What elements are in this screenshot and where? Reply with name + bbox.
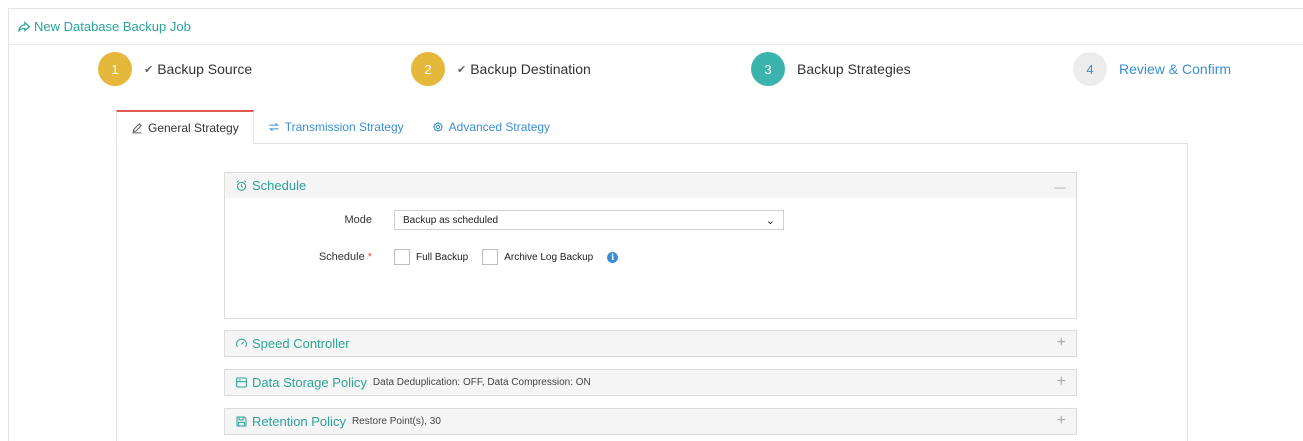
check-icon: ✔ xyxy=(144,63,154,76)
arrows-exchange-icon xyxy=(268,122,279,132)
schedule-panel: Schedule — xyxy=(224,172,1077,319)
step-number-circle: 4 xyxy=(1073,52,1107,86)
required-mark: * xyxy=(367,251,372,263)
step-label-text: Backup Strategies xyxy=(797,61,911,77)
panel-title: Speed Controller xyxy=(235,336,350,351)
archive-log-backup-label: Archive Log Backup xyxy=(504,251,594,263)
info-icon[interactable]: i xyxy=(607,251,619,263)
schedule-title: Schedule xyxy=(252,178,307,193)
tab-transmission-strategy[interactable]: Transmission Strategy xyxy=(254,110,418,144)
expand-toggle[interactable]: + xyxy=(1057,374,1066,390)
panel-title: Schedule xyxy=(235,178,306,193)
retention-policy-panel: Retention Policy Restore Point(s), 30 + xyxy=(224,408,1077,435)
speed-controller-panel: Speed Controller + xyxy=(224,330,1077,357)
gear-icon xyxy=(432,122,443,132)
expand-toggle[interactable]: + xyxy=(1057,413,1066,429)
pencil-icon xyxy=(132,122,142,133)
page-header: New Database Backup Job xyxy=(9,9,1303,45)
collapse-toggle[interactable]: — xyxy=(1054,179,1066,195)
mode-select[interactable]: Backup as scheduled ⌄ xyxy=(394,210,784,230)
step-label: Review & Confirm xyxy=(1119,61,1231,77)
step-label-text: Backup Destination xyxy=(470,61,591,77)
schedule-label-text: Schedule xyxy=(318,251,365,263)
panel-title: Retention Policy xyxy=(235,414,346,429)
data-storage-summary: Data Deduplication: OFF, Data Compressio… xyxy=(372,377,591,388)
retention-summary: Restore Point(s), 30 xyxy=(351,416,441,427)
step-backup-destination[interactable]: 2 ✔ Backup Destination xyxy=(411,52,591,86)
panel-title: Data Storage Policy xyxy=(235,375,367,390)
chevron-down-icon: ⌄ xyxy=(765,214,775,227)
tab-general-strategy[interactable]: General Strategy xyxy=(116,110,254,144)
archive-log-backup-checkbox[interactable] xyxy=(482,249,499,265)
step-label: ✔ Backup Source xyxy=(144,61,252,77)
tab-label: Transmission Strategy xyxy=(284,120,404,134)
expand-toggle[interactable]: + xyxy=(1057,335,1066,351)
tab-advanced-strategy[interactable]: Advanced Strategy xyxy=(418,110,564,144)
full-backup-checkbox[interactable] xyxy=(394,249,410,265)
data-storage-title: Data Storage Policy xyxy=(252,375,367,390)
step-label-text: Review & Confirm xyxy=(1119,61,1232,77)
data-storage-policy-panel: Data Storage Policy Data Deduplication: … xyxy=(224,369,1077,396)
retention-policy-header[interactable]: Retention Policy Restore Point(s), 30 + xyxy=(225,409,1076,434)
alarm-clock-icon xyxy=(236,180,247,191)
retention-title: Retention Policy xyxy=(252,414,346,429)
speed-controller-header[interactable]: Speed Controller + xyxy=(225,331,1076,356)
step-backup-source[interactable]: 1 ✔ Backup Source xyxy=(98,52,252,86)
step-number-circle: 1 xyxy=(98,52,132,86)
schedule-row: Schedule * Full Backup Archive Log Backup… xyxy=(232,249,619,265)
mode-row: Mode Backup as scheduled ⌄ xyxy=(232,210,784,230)
speed-controller-title: Speed Controller xyxy=(252,336,350,351)
storage-box-icon xyxy=(236,377,247,388)
data-storage-policy-header[interactable]: Data Storage Policy Data Deduplication: … xyxy=(225,370,1076,395)
floppy-disk-icon xyxy=(236,416,247,427)
check-icon: ✔ xyxy=(457,63,467,76)
share-arrow-icon xyxy=(18,20,31,32)
step-number-circle: 3 xyxy=(751,52,785,86)
step-label-text: Backup Source xyxy=(157,61,253,77)
schedule-label: Schedule * xyxy=(232,251,372,263)
schedule-panel-header[interactable]: Schedule — xyxy=(225,173,1076,198)
speedometer-icon xyxy=(236,338,247,348)
step-number-circle: 2 xyxy=(411,52,445,86)
step-label: Backup Strategies xyxy=(797,61,911,77)
full-backup-label: Full Backup xyxy=(416,251,469,263)
step-label: ✔ Backup Destination xyxy=(457,61,591,77)
step-backup-strategies[interactable]: 3 Backup Strategies xyxy=(751,52,911,86)
tab-label: General Strategy xyxy=(148,120,239,135)
step-review-confirm[interactable]: 4 Review & Confirm xyxy=(1073,52,1231,86)
strategy-tabs: General Strategy Transmission Strategy A… xyxy=(116,110,564,144)
page-title: New Database Backup Job xyxy=(34,19,191,34)
mode-label: Mode xyxy=(344,214,372,226)
tab-label: Advanced Strategy xyxy=(448,120,551,134)
mode-select-value: Backup as scheduled xyxy=(403,214,499,226)
